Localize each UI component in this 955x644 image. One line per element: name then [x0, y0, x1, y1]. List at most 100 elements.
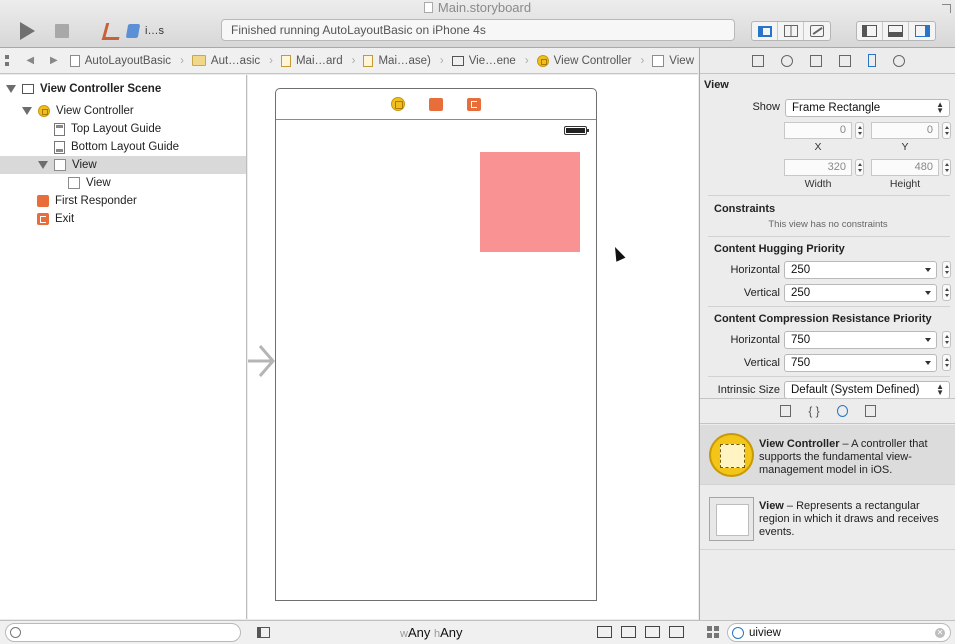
chevron-down-icon	[925, 338, 931, 342]
connections-inspector-icon[interactable]	[892, 54, 905, 67]
utilities-toggle-button[interactable]	[909, 22, 935, 40]
compression-vertical-combo[interactable]: 750	[784, 354, 937, 372]
width-stepper[interactable]	[855, 159, 864, 176]
identity-inspector-icon[interactable]	[809, 54, 822, 67]
compression-horizontal-combo[interactable]: 750	[784, 331, 937, 349]
pink-subview[interactable]	[480, 152, 580, 252]
code-snippet-library-icon[interactable]: { }	[808, 405, 819, 417]
show-dropdown[interactable]: Frame Rectangle ▲ ▼	[785, 99, 950, 117]
outline-item-label: View Controller	[56, 105, 134, 117]
fullscreen-icon[interactable]	[942, 4, 951, 13]
outline-item-first-responder[interactable]: First Responder	[0, 192, 246, 210]
hugging-title: Content Hugging Priority	[714, 243, 845, 255]
disclosure-triangle-icon[interactable]	[22, 107, 32, 115]
breadcrumb-view[interactable]: View	[648, 54, 698, 67]
scheme-label: i…s	[145, 25, 164, 37]
storyboard-canvas[interactable]	[248, 75, 698, 619]
disclosure-triangle-icon[interactable]	[6, 85, 16, 93]
width-field[interactable]: 320	[784, 159, 852, 176]
document-outline: View Controller Scene View Controller To…	[0, 75, 247, 619]
height-stepper[interactable]	[942, 159, 951, 176]
library-view-mode-icon[interactable]	[707, 626, 719, 638]
hugging-horizontal-combo[interactable]: 250	[784, 261, 937, 279]
breadcrumb-group[interactable]: Aut…asic ›	[188, 55, 277, 67]
run-button[interactable]	[20, 22, 35, 40]
compression-vertical-value: 750	[791, 357, 811, 369]
disclosure-triangle-icon[interactable]	[38, 161, 48, 169]
outline-filter-field[interactable]	[5, 623, 241, 642]
outline-item-top-layout-guide[interactable]: Top Layout Guide	[0, 120, 246, 138]
library-item-view-controller[interactable]: View Controller – A controller that supp…	[700, 425, 955, 485]
outline-toggle-icon[interactable]	[257, 627, 270, 638]
resizing-behavior-icon[interactable]	[669, 626, 684, 638]
scheme-selector[interactable]: i…s	[101, 21, 164, 41]
attributes-inspector-icon[interactable]	[838, 54, 851, 67]
size-class-control[interactable]: wAny hAny	[400, 625, 463, 640]
x-stepper[interactable]	[855, 122, 864, 139]
outline-item-exit[interactable]: Exit	[0, 210, 246, 228]
object-library-icon[interactable]	[836, 405, 848, 417]
outline-item-subview[interactable]: View	[0, 174, 246, 192]
y-stepper[interactable]	[942, 122, 951, 139]
view-controller-scene[interactable]	[275, 88, 597, 601]
breadcrumb-storyboard-base[interactable]: Mai…ase) ›	[359, 54, 447, 67]
size-class-h-value: Any	[440, 625, 463, 640]
align-icon[interactable]	[597, 626, 612, 638]
media-library-icon[interactable]	[864, 405, 876, 417]
file-template-library-icon[interactable]	[780, 405, 792, 417]
height-field[interactable]: 480	[871, 159, 939, 176]
breadcrumb-project[interactable]: AutoLayoutBasic ›	[66, 54, 188, 67]
breadcrumb-view-controller[interactable]: View Controller ›	[533, 54, 649, 67]
chevron-right-icon: ›	[180, 54, 184, 67]
first-responder-icon[interactable]	[429, 97, 443, 111]
back-button[interactable]: ◀	[18, 55, 42, 66]
outline-item-scene[interactable]: View Controller Scene	[0, 80, 246, 98]
initial-view-controller-arrow-icon[interactable]	[248, 343, 276, 379]
library-item-text: – Represents a rectangular region in whi…	[759, 500, 939, 538]
stepper-up-icon	[944, 334, 949, 338]
forward-button[interactable]: ▶	[42, 55, 66, 66]
stop-button[interactable]	[55, 24, 69, 38]
view-icon	[68, 177, 80, 189]
quick-help-icon[interactable]	[780, 54, 793, 67]
jump-bar: ◀ ▶ AutoLayoutBasic › Aut…asic › Mai…ard › …	[0, 48, 698, 74]
breadcrumb-storyboard[interactable]: Mai…ard ›	[277, 54, 360, 67]
size-inspector-icon[interactable]	[867, 54, 876, 67]
debug-area-toggle-button[interactable]	[883, 22, 909, 40]
navigator-toggle-button[interactable]	[857, 22, 883, 40]
bottom-panel-icon	[888, 25, 903, 37]
x-field[interactable]: 0	[784, 122, 852, 139]
standard-editor-button[interactable]	[752, 22, 778, 40]
clear-search-icon[interactable]: ✕	[935, 628, 945, 638]
search-icon	[732, 627, 744, 639]
compression-horizontal-stepper[interactable]	[942, 331, 951, 348]
stepper-down-icon	[944, 271, 949, 275]
compression-vertical-label: Vertical	[743, 357, 780, 369]
library-search-input[interactable]	[727, 623, 951, 642]
hugging-horizontal-stepper[interactable]	[942, 261, 951, 278]
divider	[708, 195, 950, 196]
assistant-editor-button[interactable]	[778, 22, 804, 40]
related-items-icon[interactable]	[5, 55, 12, 66]
outline-item-view-controller[interactable]: View Controller	[0, 102, 246, 120]
version-editor-button[interactable]	[804, 22, 830, 40]
hugging-vertical-stepper[interactable]	[942, 284, 951, 301]
resolve-issues-icon[interactable]	[645, 626, 660, 638]
file-inspector-icon[interactable]	[751, 54, 764, 67]
view-toggle-control	[856, 21, 936, 41]
y-field[interactable]: 0	[871, 122, 939, 139]
intrinsic-size-dropdown[interactable]: Default (System Defined) ▲ ▼	[784, 381, 950, 399]
pin-icon[interactable]	[621, 626, 636, 638]
standard-editor-icon	[757, 25, 772, 37]
height-caption: Height	[889, 178, 921, 190]
hugging-vertical-combo[interactable]: 250	[784, 284, 937, 302]
outline-item-bottom-layout-guide[interactable]: Bottom Layout Guide	[0, 138, 246, 156]
exit-icon[interactable]	[467, 97, 481, 111]
compression-vertical-stepper[interactable]	[942, 354, 951, 371]
library-item-view[interactable]: View – Represents a rectangular region i…	[700, 486, 955, 550]
outline-item-view[interactable]: View	[0, 156, 246, 174]
right-panel-icon	[914, 25, 930, 37]
view-controller-icon[interactable]	[391, 97, 405, 111]
constraints-note: This view has no constraints	[768, 219, 888, 230]
breadcrumb-scene[interactable]: Vie…ene ›	[448, 55, 533, 67]
